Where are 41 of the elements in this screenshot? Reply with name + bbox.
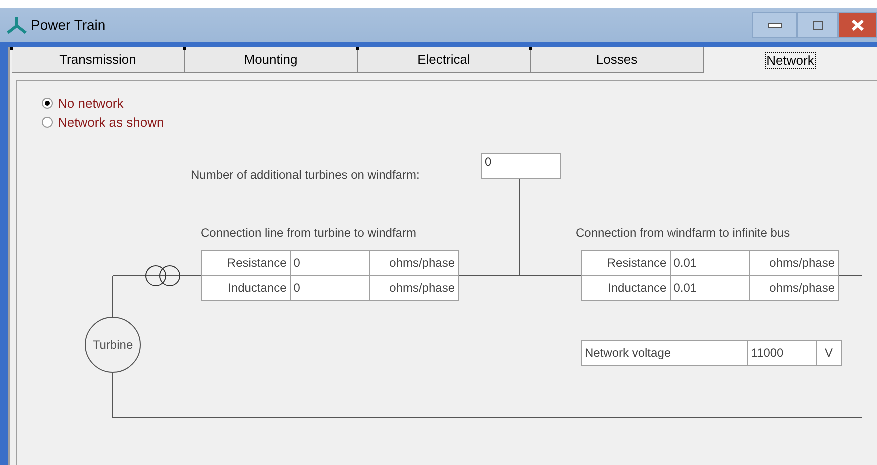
unit-label: ohms/phase [370, 276, 458, 300]
voltage-field[interactable]: 11000 [748, 340, 817, 366]
close-icon [852, 20, 864, 30]
unit-label: V [816, 340, 842, 366]
minimize-button[interactable] [752, 12, 797, 38]
tab-label: Transmission [58, 52, 138, 67]
row-label: Resistance [582, 250, 670, 276]
value-field[interactable]: 0 [290, 250, 370, 276]
value-field[interactable]: 0.01 [670, 250, 750, 276]
tab[interactable]: Mounting [185, 47, 358, 73]
radio-button[interactable] [42, 98, 53, 109]
tab[interactable]: Losses [531, 47, 704, 73]
unit-label: ohms/phase [750, 250, 838, 276]
tab-label: Mounting [243, 52, 299, 67]
maximize-icon [812, 20, 822, 30]
value-field[interactable]: 0.01 [670, 276, 750, 300]
row-label: Inductance [202, 276, 290, 300]
tab[interactable]: Electrical [358, 47, 531, 73]
tab-label: Losses [595, 52, 639, 67]
section-title: Connection from windfarm to infinite bus [576, 226, 790, 240]
radio-label: Network as shown [58, 115, 164, 130]
tab-label: Network [766, 52, 816, 68]
tab-label: Electrical [416, 52, 472, 67]
value-field[interactable]: 0 [290, 276, 370, 300]
section-title: Connection line from turbine to windfarm [201, 226, 416, 240]
turbine-node: Turbine [85, 317, 141, 373]
radio-label: No network [58, 96, 124, 111]
voltage-label: Network voltage [582, 340, 748, 366]
turbines-field[interactable]: 0 [481, 153, 561, 179]
turbines-label: Number of additional turbines on windfarm: [191, 168, 420, 182]
row-label: Inductance [582, 276, 670, 300]
window-title: Power Train [31, 17, 107, 33]
radio-button[interactable] [42, 117, 53, 128]
unit-label: ohms/phase [370, 250, 458, 276]
tab[interactable]: Transmission [12, 47, 185, 73]
maximize-button[interactable] [797, 12, 838, 38]
unit-label: ohms/phase [750, 276, 838, 300]
row-label: Resistance [202, 250, 290, 276]
turbine-icon [6, 15, 28, 35]
minimize-icon [768, 22, 782, 28]
close-button[interactable] [838, 12, 877, 38]
